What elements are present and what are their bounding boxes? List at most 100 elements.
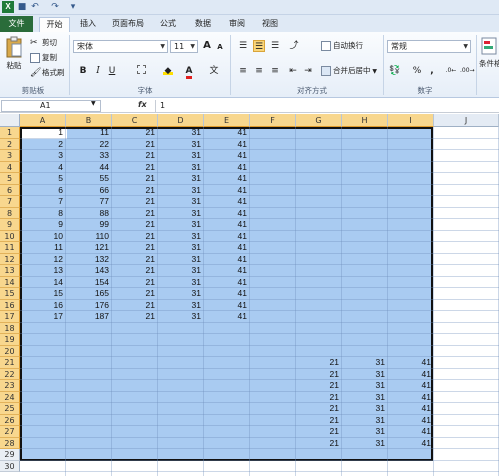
cell-g25[interactable]: 21 bbox=[296, 403, 342, 415]
comma-style-button[interactable]: , bbox=[426, 65, 438, 77]
row-header-15[interactable]: 15 bbox=[0, 288, 20, 300]
cell-a13[interactable]: 13 bbox=[20, 265, 66, 277]
cell-b8[interactable]: 88 bbox=[66, 208, 112, 220]
row-header-2[interactable]: 2 bbox=[0, 138, 20, 150]
cell-c15[interactable]: 21 bbox=[112, 288, 158, 300]
cell-d15[interactable]: 31 bbox=[158, 288, 204, 300]
shrink-font-button[interactable]: A bbox=[214, 41, 226, 53]
cell-e14[interactable]: 41 bbox=[204, 277, 250, 289]
cell-i24[interactable]: 41 bbox=[388, 392, 434, 404]
cell-a3[interactable]: 3 bbox=[20, 150, 66, 162]
cell-a12[interactable]: 12 bbox=[20, 254, 66, 266]
cell-b17[interactable]: 187 bbox=[66, 311, 112, 323]
row-header-24[interactable]: 24 bbox=[0, 391, 20, 403]
cell-a7[interactable]: 7 bbox=[20, 196, 66, 208]
cell-h24[interactable]: 31 bbox=[342, 392, 388, 404]
row-header-12[interactable]: 12 bbox=[0, 253, 20, 265]
cell-a14[interactable]: 14 bbox=[20, 277, 66, 289]
align-left-button[interactable]: ≡ bbox=[237, 65, 249, 77]
cell-e3[interactable]: 41 bbox=[204, 150, 250, 162]
cell-e12[interactable]: 41 bbox=[204, 254, 250, 266]
cell-h22[interactable]: 31 bbox=[342, 369, 388, 381]
row-header-26[interactable]: 26 bbox=[0, 414, 20, 426]
row-header-19[interactable]: 19 bbox=[0, 334, 20, 346]
align-bottom-button[interactable]: ☰ bbox=[269, 40, 281, 52]
row-header-27[interactable]: 27 bbox=[0, 426, 20, 438]
underline-button[interactable]: U bbox=[106, 65, 118, 77]
cell-a9[interactable]: 9 bbox=[20, 219, 66, 231]
cell-c4[interactable]: 21 bbox=[112, 162, 158, 174]
align-middle-button[interactable]: ☰ bbox=[253, 40, 265, 52]
row-header-8[interactable]: 8 bbox=[0, 207, 20, 219]
cell-c1[interactable]: 21 bbox=[112, 127, 158, 139]
cell-c9[interactable]: 21 bbox=[112, 219, 158, 231]
column-header-e[interactable]: E bbox=[204, 114, 250, 127]
tab-formulas[interactable]: 公式 bbox=[155, 17, 181, 32]
cell-a17[interactable]: 17 bbox=[20, 311, 66, 323]
cell-c17[interactable]: 21 bbox=[112, 311, 158, 323]
cell-h26[interactable]: 31 bbox=[342, 415, 388, 427]
row-header-21[interactable]: 21 bbox=[0, 357, 20, 369]
cell-d2[interactable]: 31 bbox=[158, 139, 204, 151]
cell-c10[interactable]: 21 bbox=[112, 231, 158, 243]
column-header-b[interactable]: B bbox=[66, 114, 112, 127]
column-header-f[interactable]: F bbox=[250, 114, 296, 127]
cell-d3[interactable]: 31 bbox=[158, 150, 204, 162]
cell-b6[interactable]: 66 bbox=[66, 185, 112, 197]
cell-h21[interactable]: 31 bbox=[342, 357, 388, 369]
cell-d4[interactable]: 31 bbox=[158, 162, 204, 174]
column-header-g[interactable]: G bbox=[296, 114, 342, 127]
fx-icon[interactable]: fx bbox=[138, 100, 147, 109]
increase-decimal-button[interactable]: .0← bbox=[445, 65, 457, 77]
column-header-j[interactable]: J bbox=[434, 114, 499, 127]
increase-indent-button[interactable]: ⇥ bbox=[302, 65, 314, 77]
cell-g28[interactable]: 21 bbox=[296, 438, 342, 450]
cell-a6[interactable]: 6 bbox=[20, 185, 66, 197]
cell-a5[interactable]: 5 bbox=[20, 173, 66, 185]
paste-button[interactable]: 粘贴 bbox=[3, 36, 25, 71]
tab-page-layout[interactable]: 页面布局 bbox=[107, 17, 149, 32]
tab-file[interactable]: 文件 bbox=[0, 16, 33, 32]
row-header-23[interactable]: 23 bbox=[0, 380, 20, 392]
cell-b4[interactable]: 44 bbox=[66, 162, 112, 174]
cell-e16[interactable]: 41 bbox=[204, 300, 250, 312]
tab-data[interactable]: 数据 bbox=[190, 17, 216, 32]
copy-button[interactable]: 复制 bbox=[30, 52, 57, 64]
row-header-14[interactable]: 14 bbox=[0, 276, 20, 288]
cell-a8[interactable]: 8 bbox=[20, 208, 66, 220]
conditional-format-button[interactable]: 条件格 bbox=[479, 36, 499, 69]
cell-c6[interactable]: 21 bbox=[112, 185, 158, 197]
cell-g21[interactable]: 21 bbox=[296, 357, 342, 369]
cell-c3[interactable]: 21 bbox=[112, 150, 158, 162]
bold-button[interactable]: B bbox=[77, 65, 89, 77]
cell-h23[interactable]: 31 bbox=[342, 380, 388, 392]
row-header-7[interactable]: 7 bbox=[0, 196, 20, 208]
row-header-4[interactable]: 4 bbox=[0, 161, 20, 173]
cell-e6[interactable]: 41 bbox=[204, 185, 250, 197]
cell-e9[interactable]: 41 bbox=[204, 219, 250, 231]
column-header-c[interactable]: C bbox=[112, 114, 158, 127]
cell-b10[interactable]: 110 bbox=[66, 231, 112, 243]
align-center-button[interactable]: ≡ bbox=[253, 65, 265, 77]
cell-d7[interactable]: 31 bbox=[158, 196, 204, 208]
chevron-down-icon[interactable]: ▼ bbox=[91, 100, 96, 107]
cell-e2[interactable]: 41 bbox=[204, 139, 250, 151]
formula-input[interactable]: 1 bbox=[155, 100, 499, 112]
cell-d16[interactable]: 31 bbox=[158, 300, 204, 312]
row-header-5[interactable]: 5 bbox=[0, 173, 20, 185]
redo-icon[interactable]: ↷ bbox=[50, 2, 60, 12]
row-header-3[interactable]: 3 bbox=[0, 150, 20, 162]
row-header-28[interactable]: 28 bbox=[0, 437, 20, 449]
cell-b7[interactable]: 77 bbox=[66, 196, 112, 208]
cell-i27[interactable]: 41 bbox=[388, 426, 434, 438]
cell-c7[interactable]: 21 bbox=[112, 196, 158, 208]
name-box[interactable]: A1 bbox=[1, 100, 101, 112]
cell-a2[interactable]: 2 bbox=[20, 139, 66, 151]
merge-center-button[interactable]: 合并后居中 ▼ bbox=[321, 65, 377, 77]
cell-d12[interactable]: 31 bbox=[158, 254, 204, 266]
cell-b3[interactable]: 33 bbox=[66, 150, 112, 162]
cell-e5[interactable]: 41 bbox=[204, 173, 250, 185]
cell-c13[interactable]: 21 bbox=[112, 265, 158, 277]
row-header-20[interactable]: 20 bbox=[0, 345, 20, 357]
tab-view[interactable]: 视图 bbox=[257, 17, 283, 32]
